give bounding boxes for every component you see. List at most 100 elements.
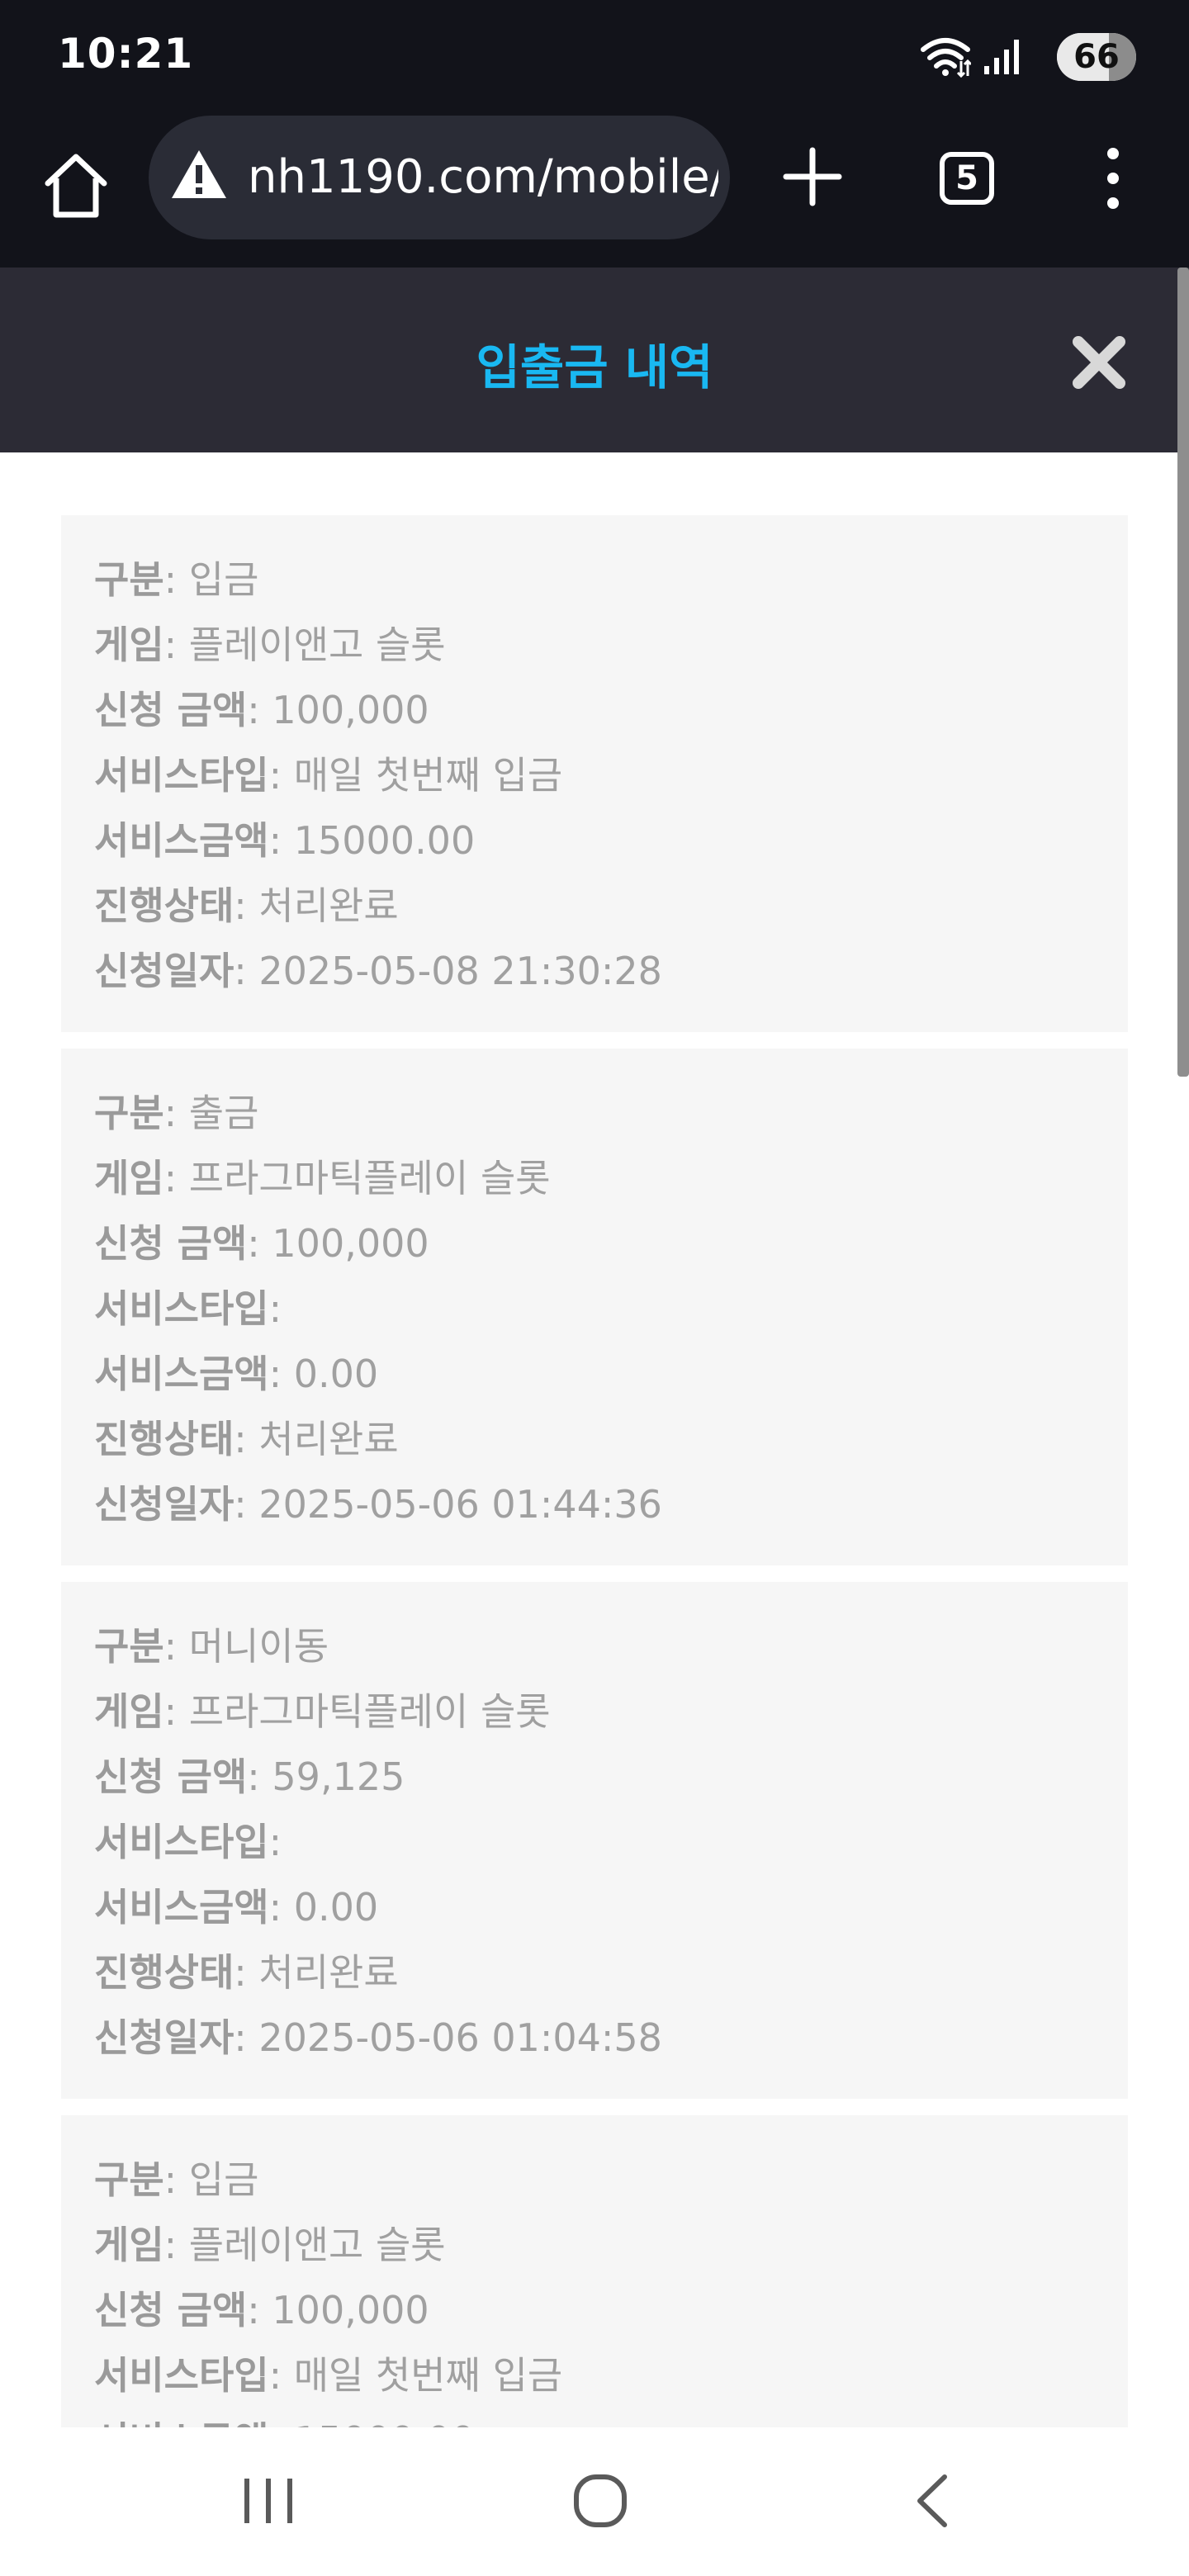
url-text[interactable]: nh1190.com/mobile/#	[248, 150, 718, 204]
record-label: 신청일자	[94, 949, 234, 993]
plus-icon[interactable]	[779, 144, 846, 210]
record-label: 진행상태	[94, 1417, 234, 1461]
record-label: 신청 금액	[94, 1221, 248, 1266]
record-card: 구분: 입금 게임: 플레이앤고 슬롯 신청 금액: 100,000 서비스타입…	[61, 515, 1128, 1032]
record-label: 신청 금액	[94, 688, 248, 732]
record-card: 구분: 출금 게임: 프라그마틱플레이 슬롯 신청 금액: 100,000 서비…	[61, 1049, 1128, 1565]
status-icons: 66	[888, 33, 1136, 83]
record-card: 구분: 머니이동 게임: 프라그마틱플레이 슬롯 신청 금액: 59,125 서…	[61, 1582, 1128, 2099]
record-value: : 처리완료	[234, 1950, 399, 1995]
record-service-amount: 서비스금액: 0.00	[94, 1878, 378, 1935]
record-game: 게임: 프라그마틱플레이 슬롯	[94, 1148, 551, 1206]
record-label: 게임	[94, 1689, 164, 1734]
record-value: : 0.00	[268, 1885, 379, 1930]
record-amount: 신청 금액: 100,000	[94, 1214, 429, 1271]
record-value: : 프라그마틱플레이 슬롯	[163, 1689, 551, 1734]
record-amount: 신청 금액: 100,000	[94, 2280, 429, 2338]
record-type: 구분: 입금	[94, 550, 258, 608]
record-value: : 매일 첫번째 입금	[268, 2353, 563, 2398]
record-value: : 59,125	[247, 1754, 405, 1799]
record-status: 진행상태: 처리완료	[94, 1943, 399, 2001]
tab-switcher-button[interactable]: 5	[940, 152, 994, 205]
record-date: 신청일자: 2025-05-08 21:30:28	[94, 941, 662, 999]
record-label: 서비스금액	[94, 1352, 269, 1396]
record-list: 구분: 입금 게임: 플레이앤고 슬롯 신청 금액: 100,000 서비스타입…	[0, 452, 1189, 2427]
home-circle-icon[interactable]	[571, 2472, 629, 2530]
page-title: 입출금 내역	[476, 339, 713, 395]
record-card: 구분: 입금 게임: 플레이앤고 슬롯 신청 금액: 100,000 서비스타입…	[61, 2115, 1128, 2427]
record-value: : 매일 첫번째 입금	[268, 753, 563, 798]
record-label: 서비스금액	[94, 2418, 269, 2427]
record-status: 진행상태: 처리완료	[94, 876, 399, 934]
record-game: 게임: 프라그마틱플레이 슬롯	[94, 1682, 551, 1740]
record-label: 서비스금액	[94, 818, 269, 863]
record-service-amount: 서비스금액: 15000.00	[94, 811, 475, 869]
record-type: 구분: 머니이동	[94, 1617, 329, 1674]
more-vert-icon[interactable]	[1097, 144, 1130, 213]
battery-level: 66	[1073, 38, 1120, 76]
warning-icon[interactable]	[170, 149, 228, 200]
record-service-type: 서비스타입: 매일 첫번째 입금	[94, 2346, 562, 2403]
record-label: 구분	[94, 1091, 164, 1135]
signal-icon	[984, 40, 1019, 74]
recents-icon[interactable]	[239, 2472, 297, 2530]
record-value: : 100,000	[247, 688, 429, 732]
record-value: : 플레이앤고 슬롯	[163, 623, 446, 667]
record-value: : 입금	[163, 557, 259, 602]
close-icon[interactable]	[1070, 334, 1128, 391]
page-scrollbar[interactable]	[1177, 268, 1189, 1077]
battery-icon: 66	[1057, 33, 1136, 81]
record-value: : 100,000	[247, 1221, 429, 1266]
record-game: 게임: 플레이앤고 슬롯	[94, 615, 446, 673]
record-label: 구분	[94, 557, 164, 602]
record-label: 구분	[94, 2157, 164, 2202]
status-bar: 10:21 66	[0, 0, 1189, 116]
record-label: 서비스타입	[94, 2353, 269, 2398]
record-label: 게임	[94, 1156, 164, 1200]
record-label: 신청 금액	[94, 1754, 248, 1799]
record-date: 신청일자: 2025-05-06 01:44:36	[94, 1475, 662, 1532]
browser-toolbar: nh1190.com/mobile/# 5	[0, 116, 1189, 268]
record-value: : 머니이동	[163, 1624, 329, 1669]
record-value: : 0.00	[268, 1352, 379, 1396]
record-label: 게임	[94, 623, 164, 667]
record-status: 진행상태: 처리완료	[94, 1409, 399, 1467]
record-date: 신청일자: 2025-05-06 01:04:58	[94, 2008, 662, 2066]
record-value: : 프라그마틱플레이 슬롯	[163, 1156, 551, 1200]
record-value: : 2025-05-06 01:44:36	[234, 1482, 662, 1527]
record-service-type: 서비스타입:	[94, 1279, 282, 1337]
record-label: 서비스타입	[94, 753, 269, 798]
record-label: 서비스금액	[94, 1885, 269, 1930]
record-label: 신청일자	[94, 2015, 234, 2060]
record-value: : 15000.00	[268, 818, 476, 863]
record-label: 진행상태	[94, 883, 234, 928]
record-value: : 처리완료	[234, 1417, 399, 1461]
address-bar[interactable]: nh1190.com/mobile/#	[149, 116, 730, 239]
page-header: 입출금 내역	[0, 268, 1189, 452]
back-icon[interactable]	[908, 2472, 958, 2530]
record-label: 서비스타입	[94, 1286, 269, 1331]
record-value: :	[268, 1820, 282, 1864]
record-amount: 신청 금액: 100,000	[94, 680, 429, 738]
record-label: 게임	[94, 2223, 164, 2267]
record-label: 구분	[94, 1624, 164, 1669]
record-value: : 2025-05-08 21:30:28	[234, 949, 662, 993]
record-service-amount: 서비스금액: 0.00	[94, 1344, 378, 1402]
record-service-amount: 서비스금액: 15000.00	[94, 2411, 475, 2427]
record-value: : 100,000	[247, 2288, 429, 2332]
nav-bar	[0, 2427, 1189, 2576]
record-game: 게임: 플레이앤고 슬롯	[94, 2215, 446, 2273]
home-icon[interactable]	[40, 149, 112, 221]
record-value: : 15000.00	[269, 2418, 476, 2427]
record-type: 구분: 입금	[94, 2150, 258, 2208]
record-value: : 2025-05-06 01:04:58	[234, 2015, 662, 2060]
record-value: :	[268, 1286, 282, 1331]
record-value: : 출금	[163, 1091, 259, 1135]
record-label: 진행상태	[94, 1950, 234, 1995]
record-service-type: 서비스타입:	[94, 1812, 282, 1870]
record-service-type: 서비스타입: 매일 첫번째 입금	[94, 746, 562, 803]
record-label: 신청 금액	[94, 2288, 248, 2332]
app-root: 10:21 66 nh1190.com/mobile/# 5 입출금 내역 구분…	[0, 0, 1189, 2576]
record-label: 신청일자	[94, 1482, 234, 1527]
record-label: 서비스타입	[94, 1820, 269, 1864]
